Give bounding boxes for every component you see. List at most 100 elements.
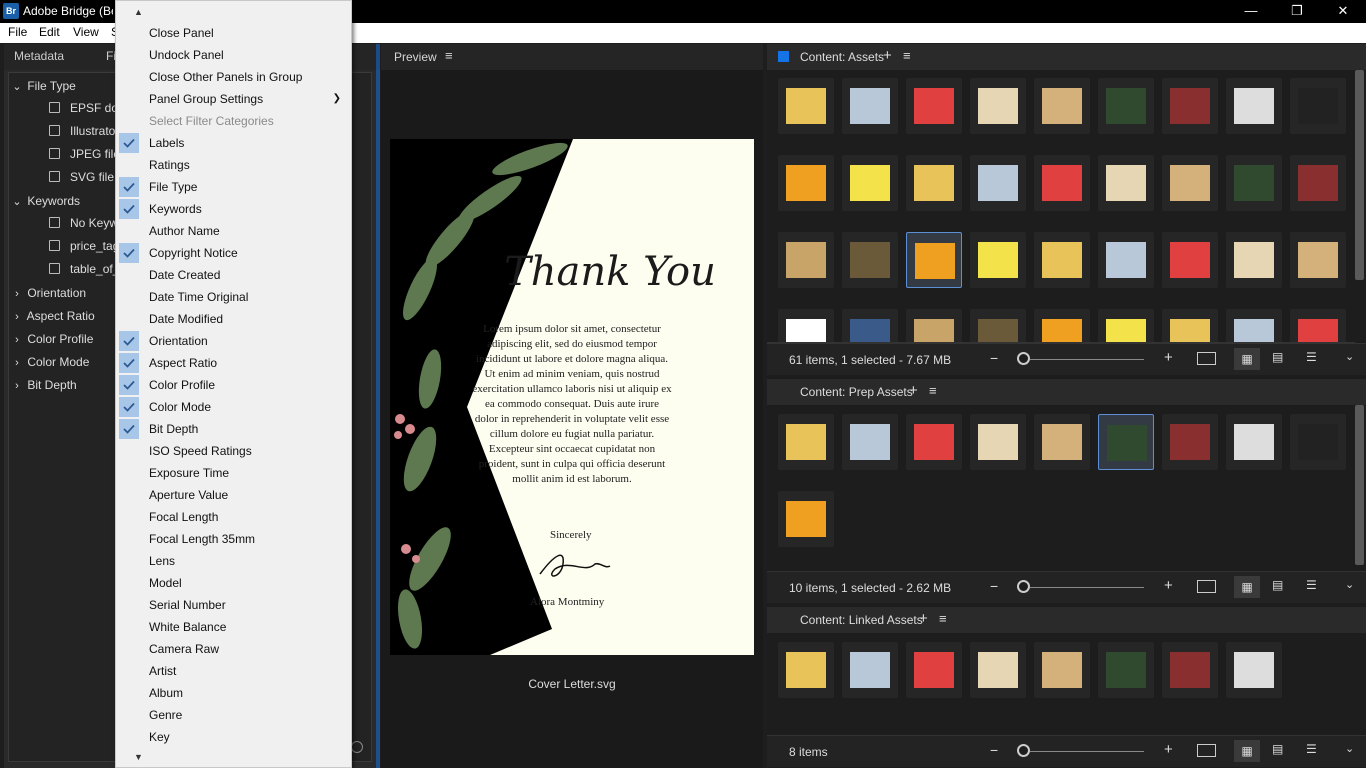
filter-category-file-type[interactable]: ⌄ File Type <box>10 75 75 97</box>
menu-item[interactable]: Exposure Time <box>116 462 351 484</box>
checkbox[interactable] <box>49 148 60 159</box>
thumbnail[interactable] <box>1034 642 1090 698</box>
thumbnail[interactable] <box>970 155 1026 211</box>
menu-item[interactable]: Serial Number <box>116 594 351 616</box>
scroll-up-icon[interactable]: ▲ <box>134 7 143 17</box>
thumbnail[interactable] <box>1290 232 1346 288</box>
thumbnail-size-slider[interactable] <box>1030 359 1144 360</box>
thumbnail[interactable] <box>1098 642 1154 698</box>
menu-item[interactable]: Close Other Panels in Group <box>116 66 351 88</box>
thumbnail[interactable] <box>1226 78 1282 134</box>
checkbox[interactable] <box>49 263 60 274</box>
menu-item[interactable]: Focal Length 35mm <box>116 528 351 550</box>
thumbnail[interactable] <box>970 78 1026 134</box>
filter-category-keywords[interactable]: ⌄ Keywords <box>10 190 80 212</box>
scrollbar[interactable] <box>1355 70 1364 280</box>
thumbnail[interactable] <box>1098 414 1154 470</box>
zoom-in-icon[interactable]: + <box>1164 741 1173 758</box>
scrollbar[interactable] <box>1355 405 1364 565</box>
menu-item[interactable]: Artist <box>116 660 351 682</box>
slider-knob[interactable] <box>1017 580 1030 593</box>
menu-item[interactable]: Genre <box>116 704 351 726</box>
view-list-icon[interactable]: ☰ <box>1306 742 1317 756</box>
thumbnail[interactable] <box>1162 78 1218 134</box>
thumbnail[interactable] <box>778 232 834 288</box>
zoom-out-icon[interactable]: − <box>990 578 998 594</box>
restore-icon[interactable]: ❐ <box>1274 0 1320 23</box>
menu-item[interactable]: Aperture Value <box>116 484 351 506</box>
menu-item[interactable]: Album <box>116 682 351 704</box>
thumbnail[interactable] <box>778 414 834 470</box>
filter-category-aspect-ratio[interactable]: › Aspect Ratio <box>10 305 95 327</box>
hamburger-menu-icon[interactable]: ≡ <box>929 383 937 398</box>
hamburger-menu-icon[interactable]: ≡ <box>903 48 911 63</box>
thumbnail[interactable] <box>1098 232 1154 288</box>
menu-file[interactable]: File <box>8 25 27 39</box>
minimize-icon[interactable]: — <box>1228 0 1274 23</box>
chevron-down-icon[interactable]: ⌄ <box>1345 578 1354 591</box>
zoom-in-icon[interactable]: + <box>1164 577 1173 594</box>
checkbox[interactable] <box>49 240 60 251</box>
zoom-out-icon[interactable]: − <box>990 350 998 366</box>
slider-knob[interactable] <box>1017 352 1030 365</box>
thumbnail[interactable] <box>906 78 962 134</box>
thumbnail[interactable] <box>1162 642 1218 698</box>
menu-item[interactable]: Camera Raw <box>116 638 351 660</box>
thumbnail[interactable] <box>970 414 1026 470</box>
checkbox[interactable] <box>49 217 60 228</box>
menu-item[interactable]: White Balance <box>116 616 351 638</box>
menu-item[interactable]: Undock Panel <box>116 44 351 66</box>
thumbnail[interactable] <box>1034 414 1090 470</box>
thumbnail-size-slider[interactable] <box>1030 587 1144 588</box>
thumbnail[interactable] <box>778 78 834 134</box>
menu-item[interactable]: File Type <box>116 176 351 198</box>
menu-item[interactable]: Aspect Ratio <box>116 352 351 374</box>
hamburger-menu-icon[interactable]: ≡ <box>445 48 453 63</box>
thumbnail[interactable] <box>842 414 898 470</box>
filter-category-color-profile[interactable]: › Color Profile <box>10 328 93 350</box>
filter-category-color-mode[interactable]: › Color Mode <box>10 351 89 373</box>
thumbnail[interactable] <box>1226 232 1282 288</box>
menu-item[interactable]: Bit Depth <box>116 418 351 440</box>
menu-item[interactable]: Ratings <box>116 154 351 176</box>
checkbox[interactable] <box>49 171 60 182</box>
thumbnail[interactable] <box>1226 155 1282 211</box>
thumbnail[interactable] <box>1290 78 1346 134</box>
slider-knob[interactable] <box>1017 744 1030 757</box>
thumbnail[interactable] <box>906 414 962 470</box>
thumbnail[interactable] <box>970 232 1026 288</box>
thumbnail[interactable] <box>906 642 962 698</box>
thumbnail[interactable] <box>1162 232 1218 288</box>
thumbnail[interactable] <box>778 642 834 698</box>
thumbnail[interactable] <box>1162 155 1218 211</box>
thumbnail[interactable] <box>1098 155 1154 211</box>
add-panel-icon[interactable]: + <box>909 382 918 399</box>
menu-edit[interactable]: Edit <box>39 25 60 39</box>
menu-item[interactable]: Lens <box>116 550 351 572</box>
clear-filter-icon[interactable] <box>351 741 363 753</box>
chevron-down-icon[interactable]: ⌄ <box>1345 350 1354 363</box>
thumbnail[interactable] <box>1226 642 1282 698</box>
thumbnail-size-slider[interactable] <box>1030 751 1144 752</box>
menu-item[interactable]: Author Name <box>116 220 351 242</box>
menu-item[interactable]: Focal Length <box>116 506 351 528</box>
thumbnail[interactable] <box>970 642 1026 698</box>
thumbnail[interactable] <box>1290 414 1346 470</box>
thumbnail[interactable] <box>1290 155 1346 211</box>
thumbnail[interactable] <box>1226 414 1282 470</box>
menu-item[interactable]: ISO Speed Ratings <box>116 440 351 462</box>
thumbnail[interactable] <box>842 155 898 211</box>
menu-item[interactable]: Date Created <box>116 264 351 286</box>
zoom-in-icon[interactable]: + <box>1164 349 1173 366</box>
view-details-icon[interactable]: ▤ <box>1272 578 1283 592</box>
chevron-down-icon[interactable]: ⌄ <box>1345 742 1354 755</box>
zoom-out-icon[interactable]: − <box>990 742 998 758</box>
menu-item[interactable]: Color Profile <box>116 374 351 396</box>
view-details-icon[interactable]: ▤ <box>1272 350 1283 364</box>
thumbnail[interactable] <box>906 155 962 211</box>
view-details-icon[interactable]: ▤ <box>1272 742 1283 756</box>
menu-item[interactable]: Color Mode <box>116 396 351 418</box>
menu-item[interactable]: Labels <box>116 132 351 154</box>
menu-item[interactable]: Date Modified <box>116 308 351 330</box>
view-thumbnails-icon[interactable]: ▦ <box>1234 740 1260 762</box>
